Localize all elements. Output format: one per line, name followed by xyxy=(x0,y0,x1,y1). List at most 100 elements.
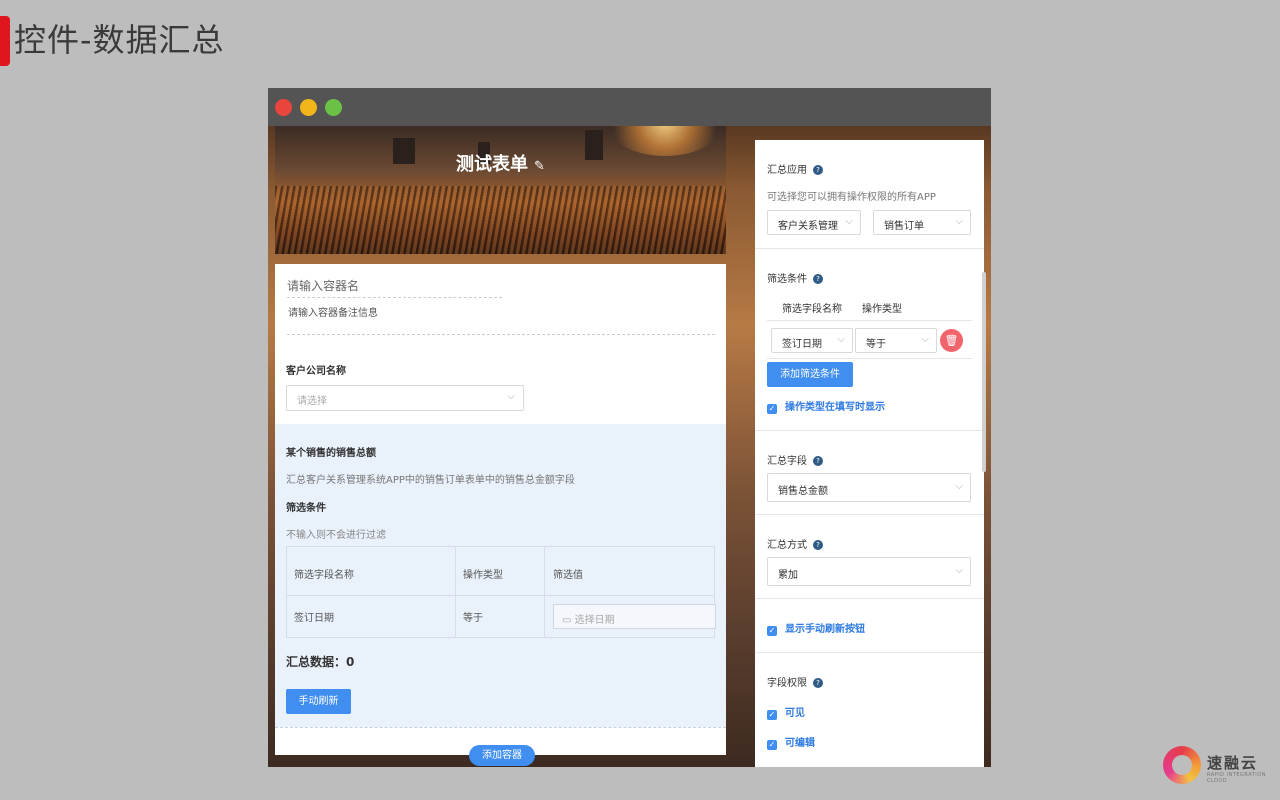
table-divider xyxy=(767,320,972,321)
banner-title-wrap: 测试表单 ✎ xyxy=(275,150,726,176)
form-select-value: 销售订单 xyxy=(884,221,924,232)
form-canvas: 测试表单 ✎ 请输入容器名 请输入容器备注信息 客户公司名称 请选择 ⌵ 某个销售… xyxy=(275,126,726,755)
container-note-input[interactable]: 请输入容器备注信息 xyxy=(288,304,378,319)
app-window: 测试表单 ✎ 请输入容器名 请输入容器备注信息 客户公司名称 请选择 ⌵ 某个销售… xyxy=(268,88,991,767)
data-summary-widget[interactable]: 某个销售的销售总额 汇总客户关系管理系统APP中的销售订单表单中的销售总金额字段… xyxy=(275,424,726,727)
permissions-title: 字段权限 xyxy=(767,678,807,689)
summary-description: 汇总客户关系管理系统APP中的销售订单表单中的销售总金额字段 xyxy=(286,475,575,486)
permissions-section: 字段权限? xyxy=(767,674,823,689)
logo-name: 速融云 xyxy=(1207,754,1259,772)
container-name-input[interactable]: 请输入容器名 xyxy=(287,276,502,298)
table-divider xyxy=(455,547,456,637)
summary-app-section: 汇总应用? xyxy=(767,161,823,176)
summary-title: 某个销售的销售总额 xyxy=(286,448,376,459)
chevron-down-icon: ⌵ xyxy=(507,391,515,402)
summary-filter-title: 筛选条件 xyxy=(286,503,326,514)
edit-pencil-icon[interactable]: ✎ xyxy=(534,159,545,174)
chevron-down-icon: ⌵ xyxy=(837,334,845,345)
app-select[interactable]: 客户关系管理 ⌵ xyxy=(767,210,861,235)
filter-header-operator: 操作类型 xyxy=(862,304,902,315)
section-divider xyxy=(755,598,984,599)
form-card: 请输入容器名 请输入容器备注信息 客户公司名称 请选择 ⌵ 某个销售的销售总额 … xyxy=(275,264,726,755)
filter-field-select[interactable]: 签订日期 ⌵ xyxy=(771,328,853,353)
manual-refresh-button[interactable]: 手动刷新 xyxy=(286,689,351,714)
logo-mark-icon xyxy=(1163,746,1201,784)
filter-field-cell: 签订日期 xyxy=(294,613,334,624)
close-window-button[interactable] xyxy=(275,99,292,116)
divider xyxy=(287,334,715,335)
add-container-button[interactable]: 添加容器 xyxy=(469,745,535,766)
filter-header-field: 筛选字段名称 xyxy=(782,304,842,315)
section-divider xyxy=(755,514,984,515)
visible-checkbox[interactable]: ✓ 可见 xyxy=(767,704,805,720)
show-operator-label: 操作类型在填写时显示 xyxy=(785,402,885,413)
slide-title: 控件-数据汇总 xyxy=(14,21,225,59)
show-operator-checkbox[interactable]: ✓ 操作类型在填写时显示 xyxy=(767,398,885,414)
date-picker-placeholder: 选择日期 xyxy=(574,615,615,626)
table-header-cell: 操作类型 xyxy=(463,570,503,581)
customer-field-label: 客户公司名称 xyxy=(286,366,346,377)
checkbox-checked-icon[interactable]: ✓ xyxy=(767,740,777,750)
section-divider xyxy=(755,430,984,431)
table-divider xyxy=(287,595,714,596)
show-refresh-checkbox[interactable]: ✓ 显示手动刷新按钮 xyxy=(767,620,865,636)
app-select-value: 客户关系管理 xyxy=(778,221,838,232)
summary-data-value: 0 xyxy=(346,655,355,669)
filter-table: 筛选字段名称 操作类型 筛选值 签订日期 等于 ▭ 选择日期 xyxy=(286,546,716,638)
customer-select[interactable]: 请选择 ⌵ xyxy=(286,385,524,411)
summary-field-select[interactable]: 销售总金额 ⌵ xyxy=(767,473,971,502)
table-divider xyxy=(767,358,972,359)
slide-accent-bar xyxy=(0,16,10,66)
form-title[interactable]: 测试表单 xyxy=(456,154,528,175)
calendar-icon: ▭ xyxy=(562,615,572,626)
help-icon[interactable]: ? xyxy=(813,165,823,175)
filter-field-value: 签订日期 xyxy=(782,339,822,350)
chevron-down-icon: ⌵ xyxy=(845,216,853,227)
section-divider xyxy=(755,248,984,249)
checkbox-checked-icon[interactable]: ✓ xyxy=(767,404,777,414)
help-icon[interactable]: ? xyxy=(813,456,823,466)
help-icon[interactable]: ? xyxy=(813,678,823,688)
delete-filter-button[interactable]: 🗑 xyxy=(940,329,963,352)
table-divider xyxy=(544,547,545,637)
summary-method-title: 汇总方式 xyxy=(767,540,807,551)
filter-operator-cell: 等于 xyxy=(463,613,483,624)
add-filter-button[interactable]: 添加筛选条件 xyxy=(767,362,853,387)
summary-method-select[interactable]: 累加 ⌵ xyxy=(767,557,971,586)
panel-scrollbar[interactable] xyxy=(982,272,986,472)
table-header-cell: 筛选值 xyxy=(553,570,583,581)
show-refresh-label: 显示手动刷新按钮 xyxy=(785,624,865,635)
help-icon[interactable]: ? xyxy=(813,540,823,550)
chevron-down-icon: ⌵ xyxy=(955,565,963,576)
summary-method-value: 累加 xyxy=(778,570,798,581)
brand-logo: 速融云 RAPID INTEGRATION CLOUD xyxy=(1163,744,1273,786)
summary-field-title: 汇总字段 xyxy=(767,456,807,467)
editable-label: 可编辑 xyxy=(785,738,815,749)
checkbox-checked-icon[interactable]: ✓ xyxy=(767,710,777,720)
section-divider xyxy=(755,652,984,653)
summary-data: 汇总数据：0 xyxy=(286,653,354,670)
form-banner: 测试表单 ✎ xyxy=(275,126,726,254)
minimize-window-button[interactable] xyxy=(300,99,317,116)
help-icon[interactable]: ? xyxy=(813,274,823,284)
summary-method-section: 汇总方式? xyxy=(767,536,823,551)
trash-icon: 🗑 xyxy=(944,334,959,347)
editable-checkbox[interactable]: ✓ 可编辑 xyxy=(767,734,815,750)
maximize-window-button[interactable] xyxy=(325,99,342,116)
chevron-down-icon: ⌵ xyxy=(955,481,963,492)
checkbox-checked-icon[interactable]: ✓ xyxy=(767,626,777,636)
customer-select-placeholder: 请选择 xyxy=(297,396,327,407)
chevron-down-icon: ⌵ xyxy=(955,216,963,227)
window-titlebar xyxy=(268,88,991,126)
logo-tagline: RAPID INTEGRATION CLOUD xyxy=(1207,772,1266,784)
form-select[interactable]: 销售订单 ⌵ xyxy=(873,210,971,235)
table-header-cell: 筛选字段名称 xyxy=(294,570,354,581)
banner-grass xyxy=(275,186,726,254)
chevron-down-icon: ⌵ xyxy=(921,334,929,345)
summary-data-label: 汇总数据： xyxy=(286,655,347,669)
settings-panel: 汇总应用? 可选择您可以拥有操作权限的所有APP 客户关系管理 ⌵ 销售订单 ⌵ 筛… xyxy=(755,140,984,767)
filter-operator-select[interactable]: 等于 ⌵ xyxy=(855,328,937,353)
date-picker-input[interactable]: ▭ 选择日期 xyxy=(553,604,716,629)
divider xyxy=(275,727,726,728)
summary-app-title: 汇总应用 xyxy=(767,165,807,176)
